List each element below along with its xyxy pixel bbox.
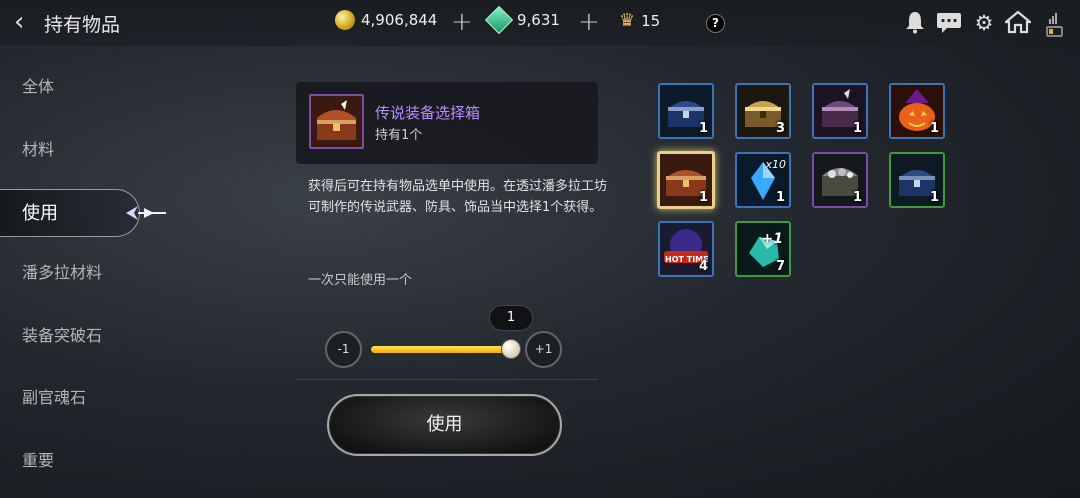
sidebar-item-label: 使用 <box>22 203 58 224</box>
item-name: 传说装备选择箱 <box>375 104 481 122</box>
top-bar: ‹ 持有物品 4,906,844 + 9,631 + ♛ 15 ? ⚙ <box>0 0 1080 46</box>
upgrade-label: +1 <box>761 231 783 247</box>
divider <box>296 379 598 380</box>
owned-count: 持有1个 <box>375 128 423 143</box>
settings-gear-icon[interactable]: ⚙ <box>971 10 997 36</box>
increase-button[interactable]: +1 <box>525 331 562 368</box>
sidebar-item-important[interactable]: 重要 <box>0 437 140 485</box>
slider-handle[interactable] <box>501 339 521 359</box>
gem-icon <box>484 5 514 35</box>
back-arrow-icon[interactable]: ‹ <box>14 8 44 38</box>
bundle-label: x10 <box>765 158 786 171</box>
item-description: 获得后可在持有物品选单中使用。在透过潘多拉工坊可制作的传说武器、防具、饰品当中选… <box>308 179 608 215</box>
gold-currency: 4,906,844 <box>335 10 437 30</box>
quantity-slider[interactable] <box>371 346 511 353</box>
sidebar-item-use[interactable]: 使用 <box>0 189 140 237</box>
gem-amount: 9,631 <box>517 11 560 29</box>
inventory-slot[interactable]: HOT TIME 4 <box>658 221 714 277</box>
item-count: 1 <box>929 190 939 205</box>
gold-amount: 4,906,844 <box>361 11 438 29</box>
crown-currency: ♛ 15 <box>619 10 660 31</box>
bell-icon[interactable] <box>902 10 928 36</box>
item-count: 1 <box>698 121 708 136</box>
item-count: 7 <box>775 259 785 274</box>
sidebar-item-breakthrough-stones[interactable]: 装备突破石 <box>0 312 140 360</box>
slider-fill <box>371 346 511 353</box>
sidebar-item-all[interactable]: 全体 <box>0 63 140 111</box>
crown-amount: 15 <box>641 11 661 30</box>
use-button[interactable]: 使用 <box>327 394 562 456</box>
inventory-slot[interactable]: 1 <box>889 83 945 139</box>
item-detail-card: 传说装备选择箱 持有1个 <box>296 82 598 164</box>
inventory-slot-selected[interactable]: 1 <box>657 151 715 209</box>
inventory-slot[interactable]: 1 <box>889 152 945 208</box>
sidebar-item-adjutant-soulstones[interactable]: 副官魂石 <box>0 374 140 422</box>
item-count: 4 <box>698 259 708 274</box>
signal-battery-icon <box>1043 10 1065 37</box>
sidebar-item-pandora-materials[interactable]: 潘多拉材料 <box>0 249 140 297</box>
item-count: 1 <box>698 190 708 205</box>
add-gem-button[interactable]: + <box>578 7 600 37</box>
inventory-slot[interactable]: x10 1 <box>735 152 791 208</box>
gold-coin-icon <box>335 10 355 30</box>
page-title: 持有物品 <box>44 14 121 36</box>
item-count: 3 <box>775 121 785 136</box>
legendary-chest-icon <box>309 94 364 149</box>
inventory-slot[interactable]: 3 <box>735 83 791 139</box>
home-icon[interactable] <box>1002 10 1034 36</box>
item-count: 1 <box>775 190 785 205</box>
inventory-slot[interactable]: 1 <box>812 152 868 208</box>
chat-icon[interactable] <box>936 10 962 36</box>
inventory-slot[interactable]: 1 <box>812 83 868 139</box>
item-count: 1 <box>852 190 862 205</box>
sidebar-item-materials[interactable]: 材料 <box>0 126 140 174</box>
usage-limit-text: 一次只能使用一个 <box>308 273 413 288</box>
item-count: 1 <box>852 121 862 136</box>
decrease-button[interactable]: -1 <box>325 331 362 368</box>
inventory-slot[interactable]: +1 7 <box>735 221 791 277</box>
quantity-badge: 1 <box>489 305 533 331</box>
active-pointer-icon <box>124 204 166 224</box>
add-gold-button[interactable]: + <box>451 7 473 37</box>
crown-icon: ♛ <box>619 10 636 31</box>
item-count: 1 <box>929 121 939 136</box>
gem-currency: 9,631 <box>484 5 560 35</box>
inventory-slot[interactable]: 1 <box>658 83 714 139</box>
help-button[interactable]: ? <box>706 14 725 33</box>
